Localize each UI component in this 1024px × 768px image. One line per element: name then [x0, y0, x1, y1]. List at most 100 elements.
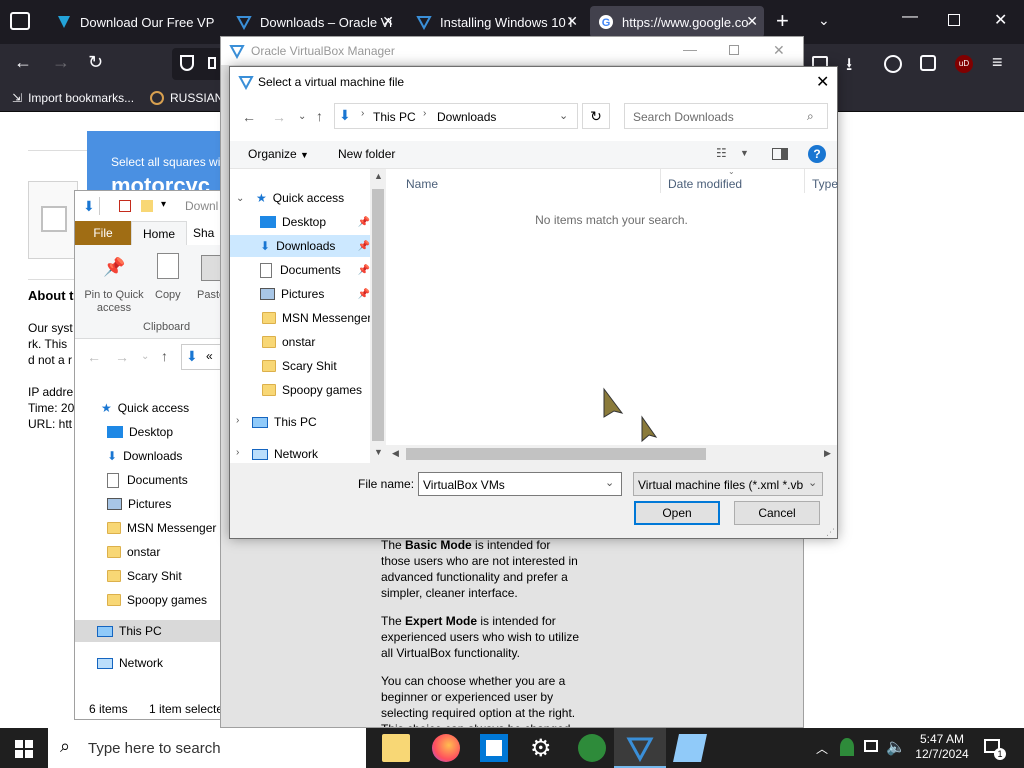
- nav-network[interactable]: Network: [97, 652, 163, 674]
- close-icon[interactable]: ✕: [816, 72, 829, 92]
- nav-network[interactable]: Network: [252, 443, 318, 465]
- preview-pane-icon[interactable]: [772, 148, 788, 160]
- recent-chevron-icon[interactable]: ⌄: [141, 351, 149, 362]
- breadcrumb-downloads[interactable]: Downloads: [437, 110, 496, 124]
- scroll-right-icon[interactable]: ▶: [824, 448, 831, 459]
- up-arrow-icon[interactable]: ↑: [161, 348, 168, 364]
- nav-documents[interactable]: Documents: [107, 469, 188, 491]
- messenger-tray-icon[interactable]: [840, 738, 854, 756]
- windows-start-icon[interactable]: [15, 740, 33, 758]
- new-folder-button[interactable]: New folder: [338, 147, 395, 161]
- close-icon[interactable]: ✕: [746, 13, 758, 30]
- tab-file[interactable]: File: [75, 221, 131, 245]
- nav-quick-access[interactable]: ★ Quick access: [101, 397, 189, 419]
- minimize-icon[interactable]: —: [902, 8, 918, 26]
- nav-this-pc[interactable]: This PC: [75, 620, 225, 642]
- nav-desktop[interactable]: Desktop: [107, 421, 173, 443]
- nav-this-pc[interactable]: This PC: [252, 411, 317, 433]
- bookmark-russian[interactable]: RUSSIAN: [150, 91, 223, 105]
- column-date-modified[interactable]: Date modified: [668, 177, 742, 191]
- column-name[interactable]: Name: [406, 177, 438, 191]
- maximize-icon[interactable]: [729, 45, 739, 55]
- nav-quick-access[interactable]: ★ Quick access: [256, 187, 344, 209]
- nav-downloads[interactable]: ⬇ Downloads: [107, 445, 182, 467]
- address-bar[interactable]: ⬇ › This PC › Downloads ⌄: [334, 103, 578, 129]
- nav-onstar[interactable]: onstar: [262, 331, 315, 353]
- menu-icon[interactable]: ≡: [992, 52, 1003, 73]
- close-window-icon[interactable]: ✕: [994, 10, 1007, 30]
- close-icon[interactable]: ✕: [773, 42, 785, 59]
- captcha-checkbox[interactable]: [41, 206, 67, 232]
- virtualbox-taskbar-button[interactable]: [614, 728, 666, 768]
- scroll-left-icon[interactable]: ◀: [392, 448, 399, 459]
- nav-onstar[interactable]: onstar: [107, 541, 160, 563]
- new-tab-icon[interactable]: +: [776, 10, 789, 32]
- volume-icon[interactable]: 🔈: [886, 737, 906, 757]
- back-arrow-icon[interactable]: ←: [14, 52, 32, 73]
- nav-pictures[interactable]: Pictures: [107, 493, 171, 515]
- nav-scary-shit[interactable]: Scary Shit: [262, 355, 337, 377]
- msn-messenger-taskbar-icon[interactable]: [578, 734, 606, 762]
- notepad-taskbar-icon[interactable]: [673, 734, 707, 762]
- minimize-icon[interactable]: —: [683, 41, 697, 57]
- back-arrow-icon[interactable]: ←: [87, 349, 101, 365]
- search-input[interactable]: Search Downloads ⌕: [624, 103, 828, 129]
- scroll-down-icon[interactable]: ▼: [374, 447, 383, 457]
- dropdown-chevron-icon[interactable]: ⌄: [808, 476, 817, 489]
- nav-desktop[interactable]: Desktop 📌: [260, 211, 370, 233]
- nav-spoopy-games[interactable]: Spoopy games: [107, 589, 207, 611]
- forward-arrow-icon[interactable]: →: [115, 349, 129, 365]
- tab-home[interactable]: Home: [131, 221, 187, 245]
- forward-arrow-icon[interactable]: →: [52, 52, 70, 73]
- clock[interactable]: 5:47 AM 12/7/2024: [912, 732, 972, 762]
- firefox-taskbar-icon[interactable]: [432, 734, 460, 762]
- url-bar[interactable]: [172, 48, 224, 80]
- network-tray-icon[interactable]: [864, 740, 878, 752]
- download-icon[interactable]: ⭳: [846, 52, 852, 82]
- close-icon[interactable]: ✕: [382, 13, 394, 30]
- nav-downloads[interactable]: ⬇ Downloads 📌: [230, 235, 370, 257]
- breadcrumb-overflow-icon[interactable]: «: [206, 349, 213, 363]
- new-folder-icon[interactable]: [141, 200, 153, 212]
- tab-virtualbox-downloads[interactable]: Downloads – Oracle Vi ✕: [228, 6, 400, 38]
- account-icon[interactable]: [884, 55, 902, 73]
- nav-scary-shit[interactable]: Scary Shit: [107, 565, 182, 587]
- scrollbar-thumb[interactable]: [406, 448, 706, 460]
- file-name-input[interactable]: VirtualBox VMs ⌄: [418, 472, 622, 496]
- extensions-icon[interactable]: [920, 55, 936, 71]
- tab-vpn[interactable]: Download Our Free VP: [48, 6, 220, 38]
- organize-button[interactable]: Organize ▼: [248, 147, 309, 161]
- nav-spoopy-games[interactable]: Spoopy games: [262, 379, 362, 401]
- expand-chevron-icon[interactable]: ⌄: [236, 193, 244, 204]
- expand-chevron-icon[interactable]: ›: [236, 415, 239, 426]
- microsoft-store-taskbar-icon[interactable]: [480, 734, 508, 762]
- up-arrow-icon[interactable]: ↑: [316, 108, 323, 124]
- back-arrow-icon[interactable]: ←: [242, 109, 256, 125]
- show-hidden-icons-chevron-icon[interactable]: ︿: [816, 740, 828, 757]
- settings-taskbar-icon[interactable]: ⚙: [530, 734, 552, 763]
- recent-chevron-icon[interactable]: ⌄: [298, 111, 306, 122]
- import-bookmarks-link[interactable]: ⇲ Import bookmarks...: [12, 91, 134, 105]
- tab-installing-windows[interactable]: Installing Windows 10 i ✕: [408, 6, 584, 38]
- view-options-icon[interactable]: ☷: [716, 146, 727, 160]
- open-button[interactable]: Open: [634, 501, 720, 525]
- dropdown-chevron-icon[interactable]: ⌄: [605, 476, 614, 489]
- ublock-icon[interactable]: uD: [955, 55, 973, 73]
- expand-chevron-icon[interactable]: ›: [236, 447, 239, 458]
- nav-pane-scrollbar[interactable]: ▲ ▼: [370, 169, 386, 463]
- reload-icon[interactable]: ↻: [88, 52, 103, 73]
- scrollbar-thumb[interactable]: [372, 189, 384, 441]
- breadcrumb-this-pc[interactable]: This PC: [373, 110, 416, 124]
- customize-qat-icon[interactable]: ▾: [161, 199, 166, 210]
- file-explorer-taskbar-icon[interactable]: [382, 734, 410, 762]
- firefox-view-icon[interactable]: [10, 12, 30, 30]
- taskbar-search-box[interactable]: ⌕ Type here to search: [48, 728, 366, 768]
- horizontal-scrollbar[interactable]: ◀ ▶: [386, 445, 837, 463]
- nav-pictures[interactable]: Pictures 📌: [260, 283, 370, 305]
- nav-documents[interactable]: Documents 📌: [260, 259, 370, 281]
- forward-arrow-icon[interactable]: →: [272, 109, 286, 125]
- quick-access-download-icon[interactable]: ⬇: [83, 198, 95, 215]
- address-dropdown-icon[interactable]: ⌄: [559, 109, 568, 122]
- tab-list-chevron-icon[interactable]: ⌄: [818, 12, 830, 29]
- resize-grip-icon[interactable]: ⋰: [826, 527, 835, 538]
